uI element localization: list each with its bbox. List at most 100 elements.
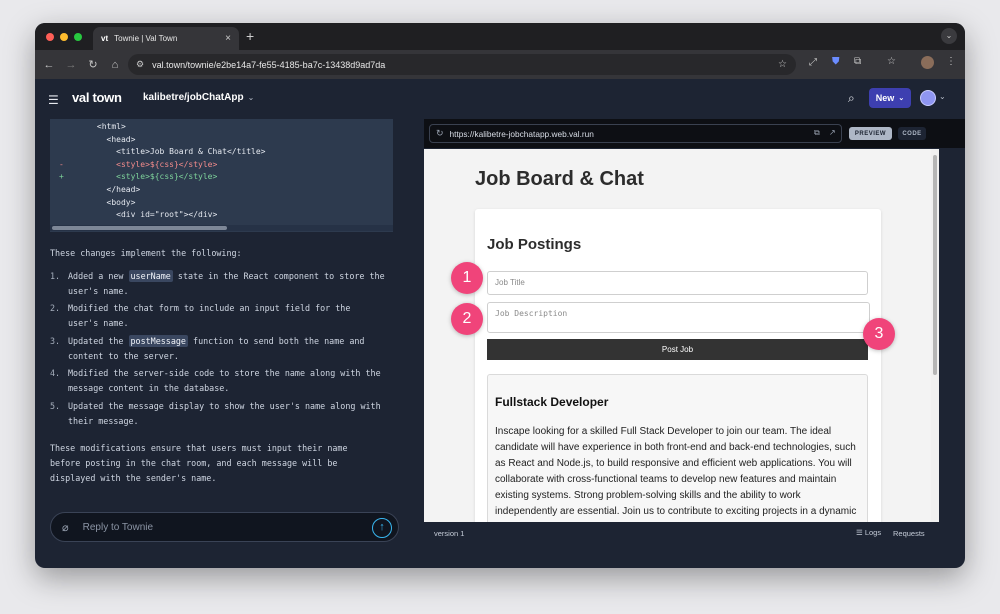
chevron-down-icon: ⌄ bbox=[898, 95, 905, 102]
new-button-label: New bbox=[875, 93, 895, 103]
list-item-text-before: Added a new bbox=[68, 271, 129, 281]
diff-added-marker: + bbox=[59, 172, 64, 182]
search-icon[interactable]: ⌕ bbox=[848, 91, 855, 106]
reload-icon[interactable]: ↻ bbox=[82, 58, 104, 71]
bookmarks-icon[interactable]: ☆ bbox=[887, 56, 896, 67]
code-tab-button[interactable]: CODE bbox=[898, 127, 926, 140]
preview-tab-button[interactable]: PREVIEW bbox=[849, 127, 892, 140]
tab-bar: vt Townie | Val Town × + ⌄ bbox=[35, 23, 965, 50]
list-item-text-before: Updated the message display to show the … bbox=[68, 400, 381, 426]
open-external-icon[interactable]: ↗ bbox=[829, 128, 836, 137]
section-title: Job Postings bbox=[487, 236, 582, 253]
menu-icon[interactable]: ☰ bbox=[48, 93, 59, 107]
profile-avatar[interactable] bbox=[921, 56, 934, 69]
job-description: Inscape looking for a skilled Full Stack… bbox=[495, 426, 857, 517]
address-bar[interactable]: ⚙ val.town/townie/e2be14a7-fe55-4185-ba7… bbox=[128, 54, 796, 75]
code-line-text: <style>${css}</style> bbox=[68, 172, 218, 182]
code-line-text: <body> bbox=[68, 197, 136, 207]
list-item-text-before: Modified the server-side code to store t… bbox=[68, 368, 381, 394]
browser-menu-icon[interactable]: ⋮ bbox=[946, 56, 956, 67]
scrollbar-thumb[interactable] bbox=[52, 226, 227, 230]
new-tab-button[interactable]: + bbox=[246, 28, 254, 44]
list-item-text-before: Modified the chat form to include an inp… bbox=[68, 303, 351, 329]
close-window-button[interactable] bbox=[46, 33, 54, 41]
app-header: ☰ val town kalibetre/jobChatApp ⌄ ⌕ New ⌄… bbox=[35, 79, 965, 119]
home-icon[interactable]: ⌂ bbox=[104, 59, 126, 71]
job-posting-item: Fullstack Developer Inscape looking for … bbox=[487, 374, 868, 522]
reply-input[interactable]: Reply to Townie bbox=[83, 522, 153, 533]
preview-url-bar[interactable]: ↻ https://kalibetre-jobchatapp.web.val.r… bbox=[429, 124, 842, 143]
back-icon[interactable]: ← bbox=[38, 59, 60, 71]
chevron-down-icon: ⌄ bbox=[247, 93, 255, 102]
code-line-text: <title>Job Board & Chat</title> bbox=[68, 147, 266, 157]
code-line-text: <head> bbox=[68, 134, 136, 144]
page-title: Job Board & Chat bbox=[475, 168, 644, 190]
project-name: kalibetre/jobChatApp bbox=[143, 92, 244, 103]
attach-paperclip-icon[interactable]: ⌀ bbox=[62, 521, 69, 534]
preview-frame: Job Board & Chat Job Postings Job Title … bbox=[424, 149, 939, 522]
close-tab-icon[interactable]: × bbox=[225, 33, 231, 44]
version-label: version 1 bbox=[434, 529, 465, 538]
list-item-number: 4. bbox=[50, 368, 61, 379]
code-horizontal-scrollbar[interactable] bbox=[50, 225, 393, 231]
maximize-window-button[interactable] bbox=[74, 33, 82, 41]
extension-arrows-icon[interactable]: ⤢ bbox=[809, 57, 817, 68]
val-town-logo[interactable]: val town bbox=[72, 90, 122, 105]
list-item-number: 2. bbox=[50, 303, 61, 314]
send-arrow-icon[interactable]: ↑ bbox=[372, 518, 392, 538]
scrollbar-thumb[interactable] bbox=[933, 155, 937, 375]
user-avatar[interactable] bbox=[920, 90, 936, 106]
preview-toolbar: ↻ https://kalibetre-jobchatapp.web.val.r… bbox=[424, 119, 965, 148]
list-item: 5. Updated the message display to show th… bbox=[50, 399, 385, 429]
callout-marker-3: 3 bbox=[863, 318, 895, 350]
job-title-input[interactable]: Job Title bbox=[487, 271, 868, 295]
diff-removed-marker: - bbox=[59, 159, 64, 169]
extensions-puzzle-icon[interactable]: ⧉ bbox=[854, 56, 861, 67]
list-item: 3. Updated the postMessage function to se… bbox=[50, 334, 385, 364]
list-item: 4. Modified the server-side code to store… bbox=[50, 366, 385, 396]
address-url[interactable]: val.town/townie/e2be14a7-fe55-4185-ba7c-… bbox=[152, 60, 385, 70]
list-icon: ☰ bbox=[856, 528, 865, 537]
list-item: 2. Modified the chat form to include an i… bbox=[50, 301, 385, 331]
inline-code: postMessage bbox=[128, 334, 188, 347]
browser-tab[interactable]: vt Townie | Val Town × bbox=[93, 27, 239, 50]
project-selector[interactable]: kalibetre/jobChatApp ⌄ bbox=[143, 92, 254, 103]
address-toolbar: ← → ↻ ⌂ ⚙ val.town/townie/e2be14a7-fe55-… bbox=[35, 50, 965, 79]
inline-code: userName bbox=[128, 270, 173, 282]
list-item: 1. Added a new userName state in the Reac… bbox=[50, 269, 385, 299]
new-button[interactable]: New ⌄ bbox=[869, 88, 911, 108]
preview-vertical-scrollbar[interactable] bbox=[931, 149, 939, 522]
job-title: Fullstack Developer bbox=[495, 395, 609, 409]
reload-icon[interactable]: ↻ bbox=[436, 128, 444, 139]
code-line-text: <style>${css}</style> bbox=[68, 159, 218, 169]
list-item-text: Updated the postMessage function to send… bbox=[68, 334, 385, 364]
code-diff-block: <html> <head> <title>Job Board & Chat</t… bbox=[50, 119, 393, 232]
chevron-down-icon[interactable]: ⌄ bbox=[939, 92, 946, 101]
preview-url[interactable]: https://kalibetre-jobchatapp.web.val.run bbox=[450, 129, 594, 139]
list-item-text: Modified the chat form to include an inp… bbox=[68, 301, 385, 331]
code-line-text: <html> bbox=[68, 122, 126, 131]
logs-label: Logs bbox=[864, 528, 882, 537]
chat-intro: These changes implement the following: bbox=[50, 248, 242, 258]
job-postings-card: Job Postings Job Title Job Description P… bbox=[475, 209, 881, 522]
list-item-number: 1. bbox=[50, 271, 61, 281]
list-item-text: Added a new userName state in the React … bbox=[68, 269, 385, 299]
tab-search-button[interactable]: ⌄ bbox=[941, 28, 957, 44]
post-job-button[interactable]: Post Job bbox=[487, 339, 868, 360]
minimize-window-button[interactable] bbox=[60, 33, 68, 41]
browser-window: vt Townie | Val Town × + ⌄ ← → ↻ ⌂ ⚙ val… bbox=[35, 23, 965, 568]
list-item-text-before: Updated the bbox=[68, 335, 129, 346]
reply-box[interactable]: ⌀ Reply to Townie ↑ bbox=[50, 512, 399, 542]
forward-icon[interactable]: → bbox=[60, 59, 82, 71]
copy-icon[interactable]: ⧉ bbox=[814, 128, 820, 138]
logs-button[interactable]: ☰ Logs bbox=[856, 528, 881, 537]
bookmark-star-icon[interactable]: ☆ bbox=[778, 59, 787, 70]
job-description-textarea[interactable]: Job Description bbox=[487, 302, 870, 333]
requests-button[interactable]: Requests bbox=[893, 529, 925, 538]
val-town-favicon: vt bbox=[101, 34, 109, 43]
chat-conclusion: These modifications ensure that users mu… bbox=[50, 443, 348, 483]
extension-shield-icon[interactable]: ⛊ bbox=[832, 56, 840, 67]
list-item-number: 5. bbox=[50, 400, 61, 411]
site-info-icon[interactable]: ⚙ bbox=[136, 59, 144, 70]
code-line-text: <div id="root"></div> bbox=[68, 210, 218, 220]
